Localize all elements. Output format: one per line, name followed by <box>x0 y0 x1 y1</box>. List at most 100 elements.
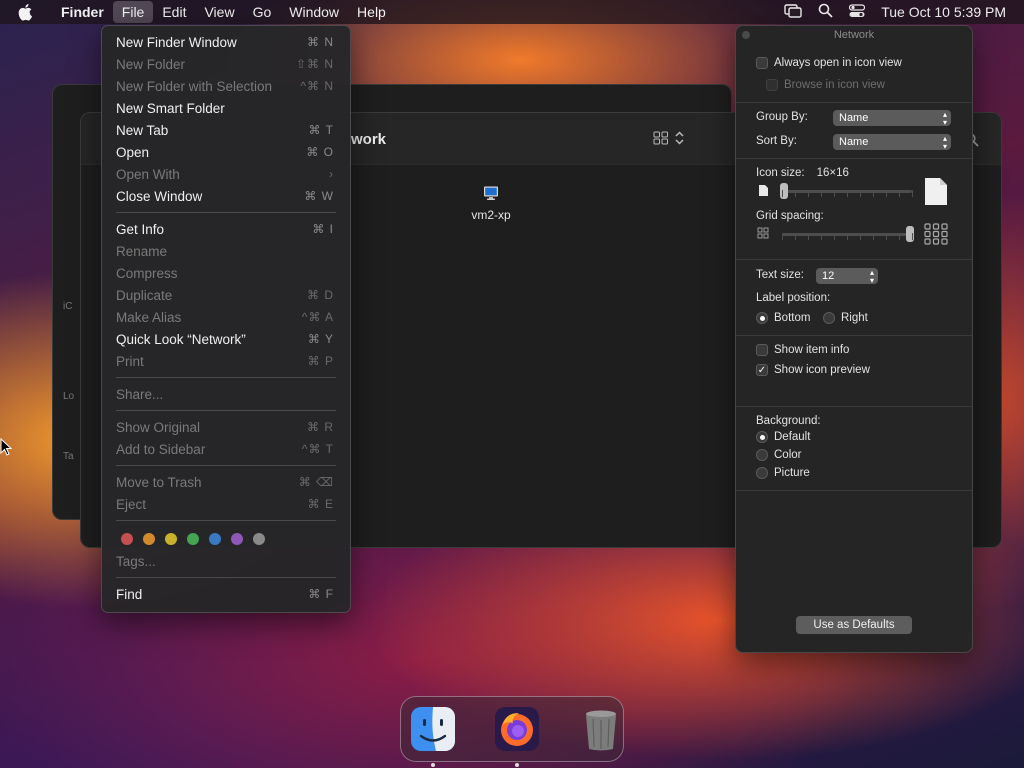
menu-item-label: Add to Sidebar <box>116 441 206 457</box>
menu-item-quick-look[interactable]: Quick Look “Network” ⌘ Y <box>102 328 350 350</box>
sort-by-select[interactable]: Name ▴ ▾ <box>833 134 951 151</box>
slider-tick <box>886 190 887 197</box>
menu-item-new-tab[interactable]: New Tab ⌘ T <box>102 119 350 141</box>
menu-item-open[interactable]: Open ⌘ O <box>102 141 350 163</box>
tag-color-dot[interactable] <box>187 533 199 545</box>
dock-trash[interactable] <box>577 705 625 753</box>
background-picture-radio[interactable]: Picture <box>756 467 810 479</box>
select-value: 12 <box>822 270 835 282</box>
tight-grid-icon <box>757 227 770 243</box>
background-default-radio[interactable]: Default <box>756 431 810 443</box>
menu-item-eject[interactable]: Eject ⌘ E <box>102 493 350 515</box>
menu-app-name[interactable]: Finder <box>52 1 113 23</box>
menu-item-rename[interactable]: Rename <box>102 240 350 262</box>
radio-label: Bottom <box>774 312 811 324</box>
apple-menu-icon[interactable] <box>18 3 38 21</box>
menu-item-show-original[interactable]: Show Original ⌘ R <box>102 416 350 438</box>
tag-color-dot[interactable] <box>209 533 221 545</box>
close-button[interactable] <box>742 31 750 39</box>
menu-view[interactable]: View <box>195 1 243 23</box>
menu-item-label: Eject <box>116 496 147 512</box>
computer-icon <box>484 186 498 200</box>
text-size-select[interactable]: 12 ▴ ▾ <box>816 268 878 285</box>
checkbox <box>766 79 778 91</box>
menu-item-print[interactable]: Print ⌘ P <box>102 350 350 372</box>
menu-item-label: Open With <box>116 166 180 182</box>
menu-item-label: Compress <box>116 265 178 281</box>
menu-file[interactable]: File <box>112 1 154 23</box>
menu-item-new-finder-window[interactable]: New Finder Window ⌘ N <box>102 31 350 53</box>
group-by-select[interactable]: Name ▴ ▾ <box>833 110 951 127</box>
menu-item-find[interactable]: Find ⌘ F <box>102 583 350 605</box>
dock <box>400 696 625 767</box>
menu-item-compress[interactable]: Compress <box>102 262 350 284</box>
always-open-icon-view-checkbox[interactable]: Always open in icon view <box>756 57 902 69</box>
background-label: Background: <box>756 415 821 427</box>
view-mode-button[interactable] <box>653 131 684 148</box>
menu-item-open-with[interactable]: Open With › <box>102 163 350 185</box>
chevron-up-down-icon: ▴ ▾ <box>942 134 947 151</box>
menu-item-duplicate[interactable]: Duplicate ⌘ D <box>102 284 350 306</box>
mouse-cursor-icon <box>0 437 13 459</box>
menu-item-label: Share... <box>116 386 164 402</box>
show-item-info-checkbox[interactable]: Show item info <box>756 344 849 356</box>
tag-color-dot[interactable] <box>165 533 177 545</box>
view-options-panel: Network Always open in icon view Browse … <box>735 25 973 653</box>
menu-item-close-window[interactable]: Close Window ⌘ W <box>102 185 350 207</box>
control-center-icon[interactable] <box>849 3 866 21</box>
menu-go[interactable]: Go <box>244 1 281 23</box>
menu-item-label: New Folder with Selection <box>116 78 273 94</box>
menu-item-tags[interactable]: Tags... <box>102 550 350 572</box>
menu-window[interactable]: Window <box>280 1 348 23</box>
sidebar-ghost-label: Ta <box>63 451 74 462</box>
label-position-right-radio[interactable]: Right <box>823 312 868 324</box>
window-title: work <box>351 131 387 148</box>
checkbox <box>756 344 768 356</box>
spotlight-search-icon[interactable] <box>818 3 833 21</box>
menu-item-move-to-trash[interactable]: Move to Trash ⌘ ⌫ <box>102 471 350 493</box>
browse-icon-view-checkbox[interactable]: Browse in icon view <box>766 79 885 91</box>
slider-tick <box>899 233 900 240</box>
menu-item-new-folder[interactable]: New Folder ⇧⌘ N <box>102 53 350 75</box>
label-position-bottom-radio[interactable]: Bottom <box>756 312 810 324</box>
finder-icon <box>411 707 455 751</box>
tag-color-dot[interactable] <box>143 533 155 545</box>
menu-separator <box>116 520 336 521</box>
dock-finder[interactable] <box>409 705 457 767</box>
tag-color-dot[interactable] <box>231 533 243 545</box>
slider-tick <box>821 233 822 240</box>
background-color-radio[interactable]: Color <box>756 449 801 461</box>
screen-mirroring-icon[interactable] <box>784 3 802 21</box>
radio-label: Default <box>774 431 811 443</box>
file-item-vm2-xp[interactable]: vm2-xp <box>461 185 521 222</box>
menu-item-share[interactable]: Share... <box>102 383 350 405</box>
menu-item-get-info[interactable]: Get Info ⌘ I <box>102 218 350 240</box>
divider <box>736 490 972 491</box>
slider-tick <box>821 190 822 197</box>
menu-item-add-to-sidebar[interactable]: Add to Sidebar ^⌘ T <box>102 438 350 460</box>
menu-item-new-folder-with-selection[interactable]: New Folder with Selection ^⌘ N <box>102 75 350 97</box>
menu-help[interactable]: Help <box>348 1 395 23</box>
menu-separator <box>116 212 336 213</box>
menu-item-shortcut: ⌘ T <box>308 123 334 137</box>
dock-firefox[interactable] <box>493 705 541 767</box>
menu-separator <box>116 377 336 378</box>
show-icon-preview-checkbox[interactable]: ✓ Show icon preview <box>756 364 870 376</box>
tag-color-dot[interactable] <box>253 533 265 545</box>
menu-separator <box>116 465 336 466</box>
divider <box>736 102 972 103</box>
use-as-defaults-button[interactable]: Use as Defaults <box>796 616 912 634</box>
large-document-icon <box>924 177 948 209</box>
panel-title: Network <box>833 29 875 41</box>
menu-item-label: Tags... <box>116 553 156 569</box>
grid-spacing-label: Grid spacing: <box>756 210 824 222</box>
slider-tick <box>808 190 809 197</box>
menu-item-new-smart-folder[interactable]: New Smart Folder <box>102 97 350 119</box>
radio-button <box>823 312 835 324</box>
divider <box>736 158 972 159</box>
menu-edit[interactable]: Edit <box>153 1 195 23</box>
menu-clock[interactable]: Tue Oct 10 5:39 PM <box>881 4 1006 20</box>
slider-tick <box>886 233 887 240</box>
menu-item-make-alias[interactable]: Make Alias ^⌘ A <box>102 306 350 328</box>
tag-color-dot[interactable] <box>121 533 133 545</box>
